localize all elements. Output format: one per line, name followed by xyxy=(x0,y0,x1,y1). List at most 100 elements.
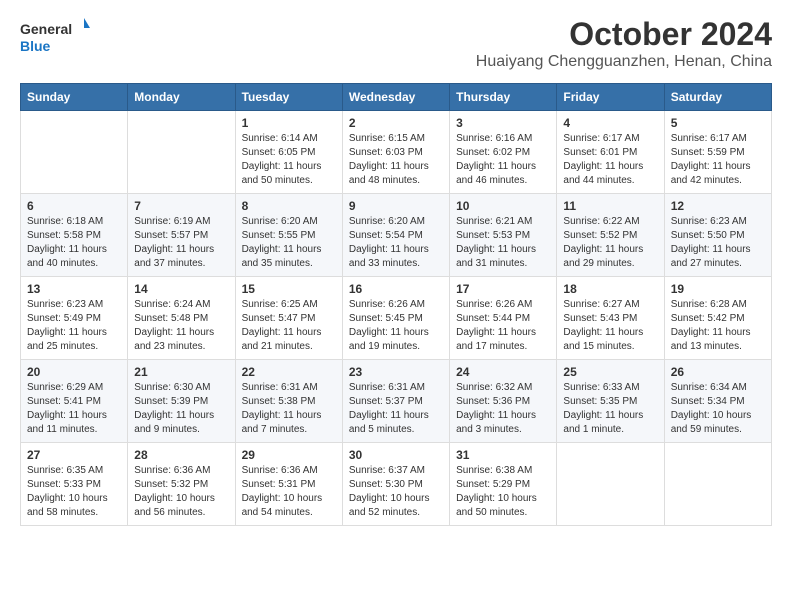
calendar-cell: 12Sunrise: 6:23 AM Sunset: 5:50 PM Dayli… xyxy=(664,194,771,277)
day-info: Sunrise: 6:19 AM Sunset: 5:57 PM Dayligh… xyxy=(134,215,228,271)
day-info: Sunrise: 6:28 AM Sunset: 5:42 PM Dayligh… xyxy=(671,298,765,354)
calendar-cell: 22 Sunrise: 6:31 AM Sunset: 5:38 PM Dayli… xyxy=(235,360,342,443)
day-info: Sunrise: 6:20 AM Sunset: 5:55 PM Dayligh… xyxy=(242,215,336,271)
day-info: Sunrise: 6:23 AM Sunset: 5:49 PM Dayligh… xyxy=(27,298,121,354)
calendar-week-row: 6Sunrise: 6:18 AM Sunset: 5:58 PM Daylig… xyxy=(21,194,772,277)
calendar-cell: 5 Sunrise: 6:17 AM Sunset: 5:59 PM Daylig… xyxy=(664,111,771,194)
day-info: Sunrise: 6:26 AM Sunset: 5:44 PM Dayligh… xyxy=(456,298,550,354)
day-number: 8 xyxy=(242,199,336,213)
calendar-cell: 29 Sunrise: 6:36 AM Sunset: 5:31 PM Dayli… xyxy=(235,443,342,526)
day-info: Sunrise: 6:38 AM Sunset: 5:29 PM Dayligh… xyxy=(456,464,550,520)
calendar-cell: 10 Sunrise: 6:21 AM Sunset: 5:53 PM Dayli… xyxy=(450,194,557,277)
day-number: 16 xyxy=(349,282,443,296)
calendar-cell: 8 Sunrise: 6:20 AM Sunset: 5:55 PM Daylig… xyxy=(235,194,342,277)
calendar-week-row: 27 Sunrise: 6:35 AM Sunset: 5:33 PM Dayli… xyxy=(21,443,772,526)
calendar-cell: 24 Sunrise: 6:32 AM Sunset: 5:36 PM Dayli… xyxy=(450,360,557,443)
calendar-day-header: Tuesday xyxy=(235,84,342,111)
day-info: Sunrise: 6:33 AM Sunset: 5:35 PM Dayligh… xyxy=(563,381,657,437)
day-number: 7 xyxy=(134,199,228,213)
day-number: 29 xyxy=(242,448,336,462)
calendar-cell xyxy=(21,111,128,194)
day-number: 21 xyxy=(134,365,228,379)
day-number: 11 xyxy=(563,199,657,213)
day-number: 23 xyxy=(349,365,443,379)
day-number: 10 xyxy=(456,199,550,213)
calendar-cell: 4 Sunrise: 6:17 AM Sunset: 6:01 PM Daylig… xyxy=(557,111,664,194)
calendar-cell: 18 Sunrise: 6:27 AM Sunset: 5:43 PM Dayli… xyxy=(557,277,664,360)
calendar-cell: 23 Sunrise: 6:31 AM Sunset: 5:37 PM Dayli… xyxy=(342,360,449,443)
svg-text:General: General xyxy=(20,21,72,37)
day-number: 4 xyxy=(563,116,657,130)
header: General Blue October 2024 Huaiyang Cheng… xyxy=(20,16,772,71)
calendar-cell: 9Sunrise: 6:20 AM Sunset: 5:54 PM Daylig… xyxy=(342,194,449,277)
logo-svg: General Blue xyxy=(20,16,90,56)
day-info: Sunrise: 6:17 AM Sunset: 6:01 PM Dayligh… xyxy=(563,132,657,188)
calendar-cell: 28 Sunrise: 6:36 AM Sunset: 5:32 PM Dayli… xyxy=(128,443,235,526)
day-info: Sunrise: 6:22 AM Sunset: 5:52 PM Dayligh… xyxy=(563,215,657,271)
calendar-cell xyxy=(557,443,664,526)
calendar-cell: 2Sunrise: 6:15 AM Sunset: 6:03 PM Daylig… xyxy=(342,111,449,194)
location-title: Huaiyang Chengguanzhen, Henan, China xyxy=(476,53,772,71)
calendar-day-header: Thursday xyxy=(450,84,557,111)
day-info: Sunrise: 6:14 AM Sunset: 6:05 PM Dayligh… xyxy=(242,132,336,188)
day-info: Sunrise: 6:32 AM Sunset: 5:36 PM Dayligh… xyxy=(456,381,550,437)
calendar-cell: 3Sunrise: 6:16 AM Sunset: 6:02 PM Daylig… xyxy=(450,111,557,194)
calendar-cell: 16 Sunrise: 6:26 AM Sunset: 5:45 PM Dayli… xyxy=(342,277,449,360)
day-info: Sunrise: 6:36 AM Sunset: 5:31 PM Dayligh… xyxy=(242,464,336,520)
page: General Blue October 2024 Huaiyang Cheng… xyxy=(0,0,792,542)
day-info: Sunrise: 6:31 AM Sunset: 5:38 PM Dayligh… xyxy=(242,381,336,437)
day-info: Sunrise: 6:24 AM Sunset: 5:48 PM Dayligh… xyxy=(134,298,228,354)
calendar-cell: 7 Sunrise: 6:19 AM Sunset: 5:57 PM Daylig… xyxy=(128,194,235,277)
calendar-cell: 14Sunrise: 6:24 AM Sunset: 5:48 PM Dayli… xyxy=(128,277,235,360)
calendar-cell: 17Sunrise: 6:26 AM Sunset: 5:44 PM Dayli… xyxy=(450,277,557,360)
day-number: 30 xyxy=(349,448,443,462)
day-number: 24 xyxy=(456,365,550,379)
calendar-week-row: 13 Sunrise: 6:23 AM Sunset: 5:49 PM Dayli… xyxy=(21,277,772,360)
day-number: 26 xyxy=(671,365,765,379)
calendar-body: 1Sunrise: 6:14 AM Sunset: 6:05 PM Daylig… xyxy=(21,111,772,526)
day-info: Sunrise: 6:26 AM Sunset: 5:45 PM Dayligh… xyxy=(349,298,443,354)
calendar-day-header: Friday xyxy=(557,84,664,111)
day-info: Sunrise: 6:25 AM Sunset: 5:47 PM Dayligh… xyxy=(242,298,336,354)
calendar-week-row: 20Sunrise: 6:29 AM Sunset: 5:41 PM Dayli… xyxy=(21,360,772,443)
calendar-cell: 25Sunrise: 6:33 AM Sunset: 5:35 PM Dayli… xyxy=(557,360,664,443)
calendar-day-header: Monday xyxy=(128,84,235,111)
day-number: 18 xyxy=(563,282,657,296)
day-info: Sunrise: 6:31 AM Sunset: 5:37 PM Dayligh… xyxy=(349,381,443,437)
calendar-day-header: Saturday xyxy=(664,84,771,111)
day-info: Sunrise: 6:35 AM Sunset: 5:33 PM Dayligh… xyxy=(27,464,121,520)
day-info: Sunrise: 6:18 AM Sunset: 5:58 PM Dayligh… xyxy=(27,215,121,271)
day-number: 28 xyxy=(134,448,228,462)
calendar-cell xyxy=(128,111,235,194)
calendar-cell: 15 Sunrise: 6:25 AM Sunset: 5:47 PM Dayli… xyxy=(235,277,342,360)
day-number: 27 xyxy=(27,448,121,462)
calendar-cell: 30Sunrise: 6:37 AM Sunset: 5:30 PM Dayli… xyxy=(342,443,449,526)
calendar-cell: 6Sunrise: 6:18 AM Sunset: 5:58 PM Daylig… xyxy=(21,194,128,277)
day-number: 20 xyxy=(27,365,121,379)
title-block: October 2024 Huaiyang Chengguanzhen, Hen… xyxy=(476,16,772,71)
day-number: 22 xyxy=(242,365,336,379)
logo: General Blue xyxy=(20,16,90,56)
calendar-cell: 21Sunrise: 6:30 AM Sunset: 5:39 PM Dayli… xyxy=(128,360,235,443)
calendar-cell: 19 Sunrise: 6:28 AM Sunset: 5:42 PM Dayli… xyxy=(664,277,771,360)
day-number: 19 xyxy=(671,282,765,296)
day-number: 5 xyxy=(671,116,765,130)
month-title: October 2024 xyxy=(476,16,772,53)
calendar-cell xyxy=(664,443,771,526)
day-info: Sunrise: 6:23 AM Sunset: 5:50 PM Dayligh… xyxy=(671,215,765,271)
day-info: Sunrise: 6:17 AM Sunset: 5:59 PM Dayligh… xyxy=(671,132,765,188)
day-number: 2 xyxy=(349,116,443,130)
day-info: Sunrise: 6:36 AM Sunset: 5:32 PM Dayligh… xyxy=(134,464,228,520)
calendar-day-header: Wednesday xyxy=(342,84,449,111)
day-number: 15 xyxy=(242,282,336,296)
calendar-cell: 31 Sunrise: 6:38 AM Sunset: 5:29 PM Dayli… xyxy=(450,443,557,526)
calendar: SundayMondayTuesdayWednesdayThursdayFrid… xyxy=(20,83,772,526)
calendar-day-header: Sunday xyxy=(21,84,128,111)
calendar-cell: 20Sunrise: 6:29 AM Sunset: 5:41 PM Dayli… xyxy=(21,360,128,443)
day-info: Sunrise: 6:34 AM Sunset: 5:34 PM Dayligh… xyxy=(671,381,765,437)
day-info: Sunrise: 6:27 AM Sunset: 5:43 PM Dayligh… xyxy=(563,298,657,354)
day-number: 13 xyxy=(27,282,121,296)
calendar-week-row: 1Sunrise: 6:14 AM Sunset: 6:05 PM Daylig… xyxy=(21,111,772,194)
day-number: 31 xyxy=(456,448,550,462)
day-info: Sunrise: 6:21 AM Sunset: 5:53 PM Dayligh… xyxy=(456,215,550,271)
